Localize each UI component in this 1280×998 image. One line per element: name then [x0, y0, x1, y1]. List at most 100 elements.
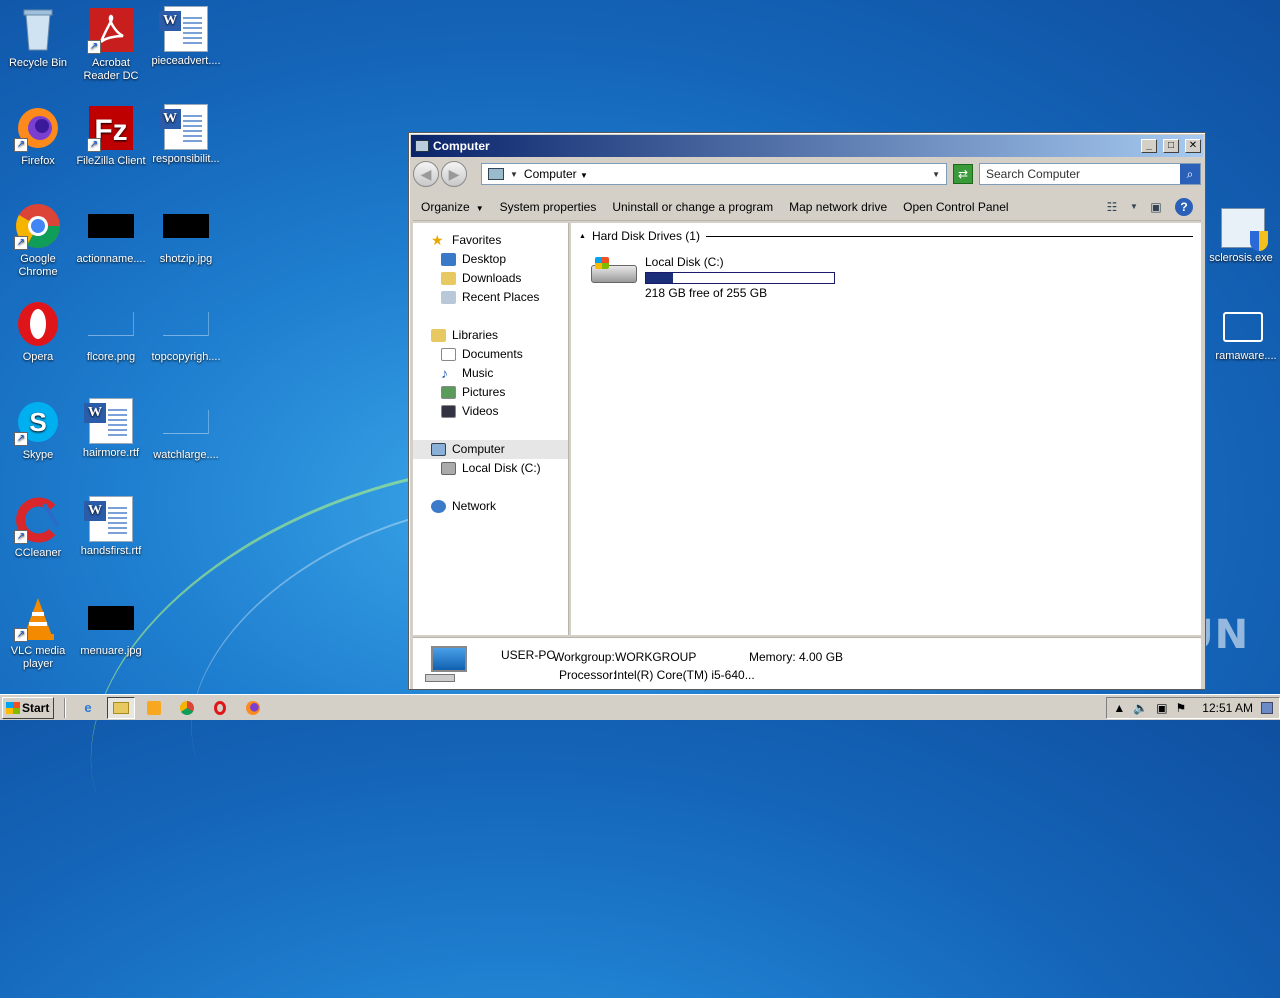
desktop-icon-label: Firefox	[21, 155, 55, 167]
desktop-icon-skype[interactable]: S ↗ Skype	[0, 398, 76, 462]
desktop-icon-opera[interactable]: Opera	[0, 300, 76, 364]
desktop-icon-chrome[interactable]: ↗ Google Chrome	[0, 202, 76, 279]
explorer-taskbar-icon[interactable]	[107, 696, 135, 719]
nav-documents[interactable]: Documents	[413, 345, 568, 364]
organize-button[interactable]: Organize ▼	[413, 195, 492, 219]
nav-videos[interactable]: Videos	[413, 402, 568, 421]
nav-network[interactable]: Network	[413, 497, 568, 516]
start-button[interactable]: Start	[2, 696, 54, 719]
desktop-icon-label: flcore.png	[86, 351, 136, 363]
desktop-icon-file[interactable]: shotzip.jpg	[148, 202, 224, 266]
preview-pane-icon[interactable]: ▣	[1145, 196, 1167, 218]
shortcut-arrow-icon: ↗	[87, 138, 101, 152]
nav-local-disk[interactable]: Local Disk (C:)	[413, 459, 568, 478]
window-titlebar[interactable]: Computer _ □ ✕	[411, 135, 1203, 157]
desktop-icon-label: watchlarge....	[153, 449, 219, 461]
computer-icon	[488, 168, 504, 180]
help-icon[interactable]: ?	[1175, 197, 1193, 216]
drive-item[interactable]: Local Disk (C:) 218 GB free of 255 GB	[591, 255, 835, 300]
desktop-icon-exe[interactable]: sclerosis.exe	[1206, 206, 1280, 264]
desktop-icon-label: shotzip.jpg	[159, 253, 213, 265]
word-doc-icon: W	[84, 398, 133, 444]
desktop-icon-file[interactable]: topcopyrigh....	[148, 300, 224, 364]
explorer-window[interactable]: Computer _ □ ✕ ◀ ▶ ▼ Computer ▼ ▼ ⇄ Sear…	[408, 132, 1206, 690]
processor-value: Intel(R) Core(TM) i5-640...	[614, 668, 755, 682]
chevron-down-icon[interactable]: ▼	[510, 170, 518, 179]
close-button[interactable]: ✕	[1185, 139, 1201, 153]
nav-computer[interactable]: Computer	[413, 440, 568, 459]
search-icon[interactable]: ⌕	[1180, 164, 1200, 184]
clock[interactable]: 12:51 AM	[1202, 701, 1253, 715]
desktop-icon-file[interactable]: flcore.png	[73, 300, 149, 364]
back-button[interactable]: ◀	[413, 161, 439, 187]
nav-favorites[interactable]: ★ Favorites	[413, 231, 568, 250]
desktop-icon-label: Google Chrome	[18, 253, 58, 278]
desktop-icon-label: FileZilla Client	[76, 155, 146, 167]
nav-libraries[interactable]: Libraries	[413, 326, 568, 345]
image-thumb-icon	[163, 312, 209, 336]
chrome-taskbar-icon[interactable]	[173, 697, 201, 719]
speaker-icon[interactable]: 🔈	[1133, 701, 1148, 715]
refresh-button[interactable]: ⇄	[953, 164, 973, 184]
details-info: USER-PC Workgroup: WORKGROUP Memory: 4.0…	[481, 646, 844, 682]
desktop-icon-file[interactable]: ramaware....	[1206, 306, 1280, 362]
address-bar[interactable]: ▼ Computer ▼ ▼	[481, 163, 947, 185]
network-icon	[431, 500, 446, 513]
desktop-icon	[441, 253, 456, 266]
firefox-taskbar-icon[interactable]	[239, 697, 267, 719]
forward-button[interactable]: ▶	[441, 161, 467, 187]
desktop-icon-vlc[interactable]: ↗ VLC media player	[0, 594, 76, 671]
desktop-icon-label: Opera	[22, 351, 54, 363]
view-options-icon[interactable]: ☷	[1101, 196, 1123, 218]
nav-desktop[interactable]: Desktop	[413, 250, 568, 269]
image-thumb-icon	[163, 214, 209, 238]
ie-taskbar-icon[interactable]: e	[74, 697, 102, 719]
system-properties-button[interactable]: System properties	[492, 195, 605, 219]
desktop-icon-file[interactable]: watchlarge....	[148, 398, 224, 462]
recycle-bin-icon	[14, 6, 62, 54]
search-input[interactable]: Search Computer ⌕	[979, 163, 1201, 185]
acrobat-icon: ↗	[87, 6, 135, 54]
system-tray: ▲ 🔈 ▣ ⚑ 12:51 AM	[1106, 696, 1280, 719]
nav-pictures[interactable]: Pictures	[413, 383, 568, 402]
desktop-icon-file[interactable]: actionname....	[73, 202, 149, 266]
desktop-icon-filezilla[interactable]: Fz ↗ FileZilla Client	[73, 104, 149, 168]
desktop-icon-file[interactable]: W handsfirst.rtf	[73, 496, 149, 558]
image-thumb-icon	[163, 410, 209, 434]
group-header[interactable]: ▲ Hard Disk Drives (1)	[579, 229, 1193, 243]
chevron-down-icon[interactable]: ▼	[1123, 196, 1145, 218]
show-hidden-icons-icon[interactable]: ▲	[1113, 701, 1125, 715]
workgroup-value: WORKGROUP	[615, 650, 697, 664]
uninstall-program-button[interactable]: Uninstall or change a program	[604, 195, 781, 219]
desktop-icon-acrobat[interactable]: ↗ Acrobat Reader DC	[73, 6, 149, 83]
desktop-icon-label: sclerosis.exe	[1209, 252, 1273, 264]
nav-downloads[interactable]: Downloads	[413, 269, 568, 288]
desktop-icon-file[interactable]: W hairmore.rtf	[73, 398, 149, 460]
address-history-dropdown[interactable]: ▼	[932, 170, 940, 179]
open-control-panel-button[interactable]: Open Control Panel	[895, 195, 1016, 219]
vlc-icon: ↗	[14, 594, 62, 642]
opera-taskbar-icon[interactable]	[206, 697, 234, 719]
group-divider	[705, 235, 1193, 237]
desktop-icon-firefox[interactable]: ↗ Firefox	[0, 104, 76, 168]
network-tray-icon[interactable]: ▣	[1156, 701, 1167, 715]
desktop-icon-ccleaner[interactable]: ↗ CCleaner	[0, 496, 76, 560]
media-player-taskbar-icon[interactable]	[140, 697, 168, 719]
minimize-button[interactable]: _	[1141, 139, 1157, 153]
desktop-icon-recycle-bin[interactable]: Recycle Bin	[0, 6, 76, 70]
desktop-icon-file[interactable]: W responsibilit...	[148, 104, 224, 166]
memory-value: 4.00 GB	[799, 650, 844, 664]
desktop-icon-file[interactable]: menuare.jpg	[73, 594, 149, 658]
nav-recent-places[interactable]: Recent Places	[413, 288, 568, 307]
map-network-drive-button[interactable]: Map network drive	[781, 195, 895, 219]
windows-logo-icon	[6, 701, 20, 714]
svg-text:S: S	[29, 407, 46, 437]
show-desktop-button[interactable]	[1261, 701, 1273, 714]
maximize-button[interactable]: □	[1163, 139, 1179, 153]
desktop-icon-label: actionname....	[76, 253, 146, 265]
nav-music[interactable]: ♪ Music	[413, 364, 568, 383]
action-center-flag-icon[interactable]: ⚑	[1176, 701, 1187, 715]
desktop-icon-file[interactable]: W pieceadvert....	[148, 6, 224, 68]
collapse-icon[interactable]: ▲	[579, 233, 586, 240]
content-pane: ▲ Hard Disk Drives (1) Local Disk (C:) 2…	[571, 223, 1201, 635]
